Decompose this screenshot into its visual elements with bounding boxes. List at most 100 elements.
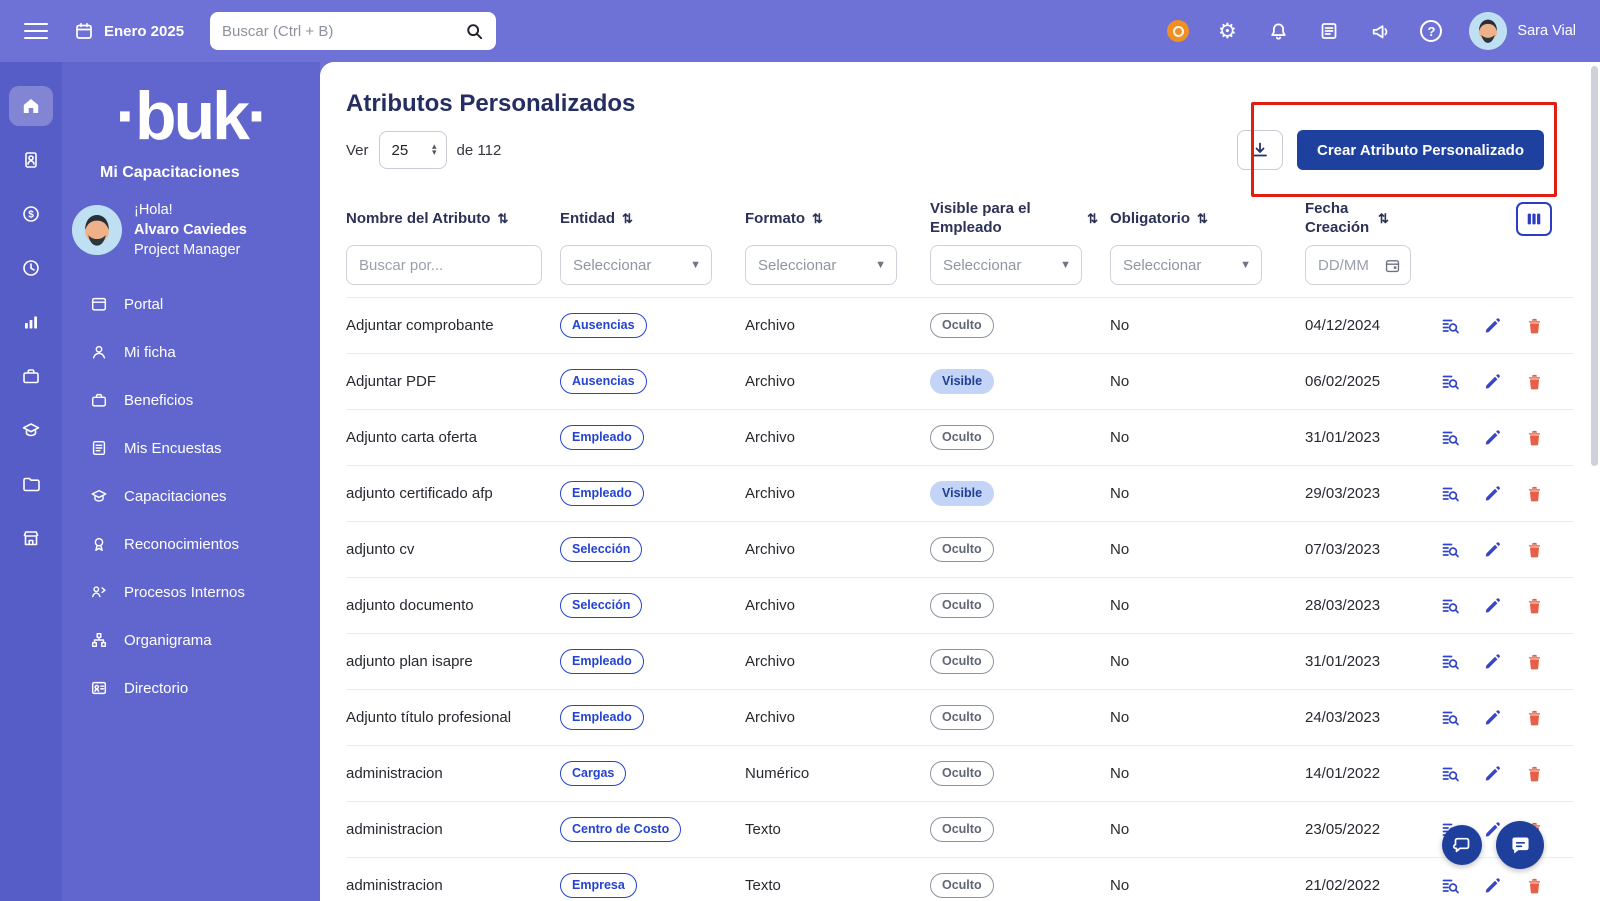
support-chat-button[interactable] [1496,821,1544,869]
required-filter-select[interactable]: Seleccionar▼ [1110,245,1262,285]
delete-button[interactable] [1519,759,1549,789]
delete-button[interactable] [1519,591,1549,621]
header-name[interactable]: Nombre del Atributo⇅ [346,210,560,229]
delete-button[interactable] [1519,647,1549,677]
delete-button[interactable] [1519,535,1549,565]
view-details-button[interactable] [1435,647,1465,677]
edit-button[interactable] [1477,367,1507,397]
header-required[interactable]: Obligatorio⇅ [1110,210,1305,229]
pencil-icon [1483,708,1502,727]
sidebar-item-label: Mis Encuestas [124,440,222,457]
help-icon[interactable]: ? [1418,18,1444,44]
period-selector[interactable]: Enero 2025 [74,21,184,41]
name-filter-input[interactable] [346,245,542,285]
edit-button[interactable] [1477,759,1507,789]
delete-button[interactable] [1519,311,1549,341]
sidebar-item-organigrama[interactable]: Organigrama [62,616,320,664]
view-details-button[interactable] [1435,591,1465,621]
view-details-button[interactable] [1435,535,1465,565]
create-attribute-button[interactable]: Crear Atributo Personalizado [1297,130,1544,170]
header-format[interactable]: Formato⇅ [745,210,930,229]
sidebar-item-procesos-internos[interactable]: Procesos Internos [62,568,320,616]
sidebar-item-beneficios[interactable]: Beneficios [62,376,320,424]
sidebar-item-reconocimientos[interactable]: Reconocimientos [62,520,320,568]
sidebar-item-portal[interactable]: Portal [62,280,320,328]
sort-icon[interactable]: ⇅ [1197,211,1208,227]
date-filter[interactable] [1305,245,1411,285]
page-scrollbar[interactable] [1591,66,1598,466]
download-button[interactable] [1237,130,1283,170]
date-filter-input[interactable] [1318,257,1376,274]
rail-time-icon[interactable] [9,248,53,288]
view-details-button[interactable] [1435,423,1465,453]
delete-button[interactable] [1519,871,1549,901]
sidebar-item-mis-encuestas[interactable]: Mis Encuestas [62,424,320,472]
edit-button[interactable] [1477,591,1507,621]
edit-button[interactable] [1477,535,1507,565]
settings-icon[interactable]: ⚙ [1214,18,1240,44]
search-icon[interactable] [465,22,484,41]
search-input[interactable] [222,23,465,40]
user-avatar[interactable] [1469,12,1507,50]
rail-benefits-icon[interactable] [9,356,53,396]
edit-button[interactable] [1477,871,1507,901]
sort-icon[interactable]: ⇅ [497,211,508,227]
rail-training-icon[interactable] [9,410,53,450]
sort-icon[interactable]: ⇅ [1378,211,1389,227]
sidebar-item-mi-ficha[interactable]: Mi ficha [62,328,320,376]
rail-home-icon[interactable] [9,86,53,126]
sort-icon[interactable]: ⇅ [622,211,633,227]
view-details-button[interactable] [1435,871,1465,901]
header-entity[interactable]: Entidad⇅ [560,210,745,229]
view-details-button[interactable] [1435,311,1465,341]
edit-button[interactable] [1477,703,1507,733]
header-visible[interactable]: Visible para el Empleado⇅ [930,200,1110,238]
menu-icon[interactable] [24,18,48,44]
entity-filter-select[interactable]: Seleccionar▼ [560,245,712,285]
recognition-icon [90,535,108,553]
edit-button[interactable] [1477,479,1507,509]
rail-talent-icon[interactable] [9,302,53,342]
rail-payroll-icon[interactable]: $ [9,194,53,234]
page-size-select[interactable]: 25 ▴▾ [379,131,447,169]
pencil-icon [1483,764,1502,783]
view-details-button[interactable] [1435,703,1465,733]
delete-button[interactable] [1519,423,1549,453]
edit-button[interactable] [1477,311,1507,341]
user-menu[interactable]: Sara Vial [1469,12,1576,50]
header-created[interactable]: Fecha Creación⇅ [1305,200,1435,238]
cell-name: adjunto plan isapre [346,653,560,670]
delete-button[interactable] [1519,479,1549,509]
cell-name: Adjuntar PDF [346,373,560,390]
format-filter-select[interactable]: Seleccionar▼ [745,245,897,285]
cell-date: 28/03/2023 [1305,597,1435,614]
rail-documents-icon[interactable] [9,464,53,504]
processes-icon [90,583,108,601]
visible-filter-select[interactable]: Seleccionar▼ [930,245,1082,285]
edit-button[interactable] [1477,423,1507,453]
edit-button[interactable] [1477,647,1507,677]
sort-icon[interactable]: ⇅ [1087,211,1098,227]
view-details-button[interactable] [1435,479,1465,509]
visibility-pill: Oculto [930,873,994,897]
view-details-button[interactable] [1435,367,1465,397]
news-icon[interactable] [1316,18,1342,44]
global-search[interactable] [210,12,496,50]
view-details-button[interactable] [1435,759,1465,789]
sidebar-item-capacitaciones[interactable]: Capacitaciones [62,472,320,520]
delete-button[interactable] [1519,703,1549,733]
rewards-coin-icon[interactable] [1167,20,1189,42]
rail-company-icon[interactable] [9,518,53,558]
notifications-bell-icon[interactable] [1265,18,1291,44]
sidebar-item-label: Procesos Internos [124,584,245,601]
rail-requests-icon[interactable] [9,140,53,180]
announcements-megaphone-icon[interactable] [1367,18,1393,44]
cell-name: administracion [346,877,560,894]
feedback-chat-button[interactable] [1442,825,1482,865]
sort-icon[interactable]: ⇅ [812,211,823,227]
orgchart-icon [90,631,108,649]
delete-button[interactable] [1519,367,1549,397]
table-row: administracion Empresa Texto Oculto No 2… [346,857,1574,901]
column-settings-button[interactable] [1516,202,1552,236]
sidebar-item-directorio[interactable]: Directorio [62,664,320,712]
